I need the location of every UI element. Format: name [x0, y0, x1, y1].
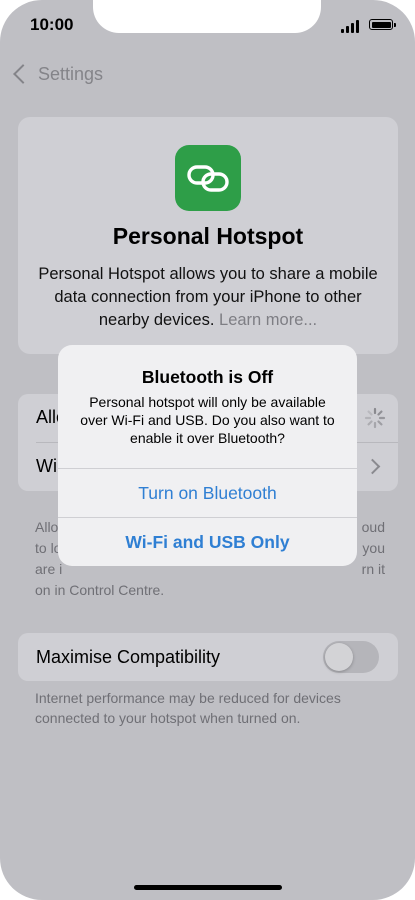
battery-icon	[369, 19, 396, 30]
loading-spinner-icon	[364, 407, 386, 429]
back-button[interactable]: Settings	[10, 60, 103, 88]
toggle-knob	[325, 643, 353, 671]
phone-screen: 10:00 Settings Personal Hotspot Personal…	[0, 0, 415, 900]
turn-on-bluetooth-button[interactable]: Turn on Bluetooth	[58, 469, 357, 518]
home-indicator[interactable]	[134, 885, 282, 890]
back-label: Settings	[38, 63, 104, 84]
maximise-compatibility-footnote: Internet performance may be reduced for …	[35, 690, 341, 726]
alert-title: Bluetooth is Off	[141, 367, 274, 387]
signal-icon	[341, 20, 361, 33]
footnote-fragment: you	[362, 540, 385, 556]
footnote-fragment: oud	[361, 519, 385, 535]
wifi-usb-only-button[interactable]: Wi-Fi and USB Only	[58, 518, 357, 566]
status-icons	[341, 17, 396, 33]
chain-link-icon	[175, 145, 241, 211]
maximise-compatibility-label: Maximise Compatibility	[36, 647, 221, 667]
hotspot-header-card: Personal Hotspot Personal Hotspot allows…	[18, 117, 398, 354]
wifi-password-label: Wi	[36, 456, 57, 476]
status-time: 10:00	[30, 15, 74, 34]
maximise-compatibility-row: Maximise Compatibility	[18, 633, 398, 681]
hero-description-text: Personal Hotspot allows you to share a m…	[38, 265, 378, 329]
maximise-compatibility-toggle[interactable]	[323, 641, 379, 673]
notch	[93, 0, 321, 33]
footnote-fragment: rn it	[361, 561, 385, 577]
page-title: Personal Hotspot	[112, 223, 304, 249]
chevron-right-icon	[364, 458, 381, 475]
bluetooth-off-alert: Bluetooth is Off Personal hotspot will o…	[58, 345, 357, 566]
hero-description: Personal Hotspot allows you to share a m…	[30, 263, 386, 332]
alert-message: Personal hotspot will only be available …	[80, 394, 335, 446]
footnote-line: on in Control Centre.	[35, 582, 165, 598]
learn-more-link[interactable]: Learn more...	[219, 311, 317, 329]
chevron-left-icon	[13, 64, 33, 84]
